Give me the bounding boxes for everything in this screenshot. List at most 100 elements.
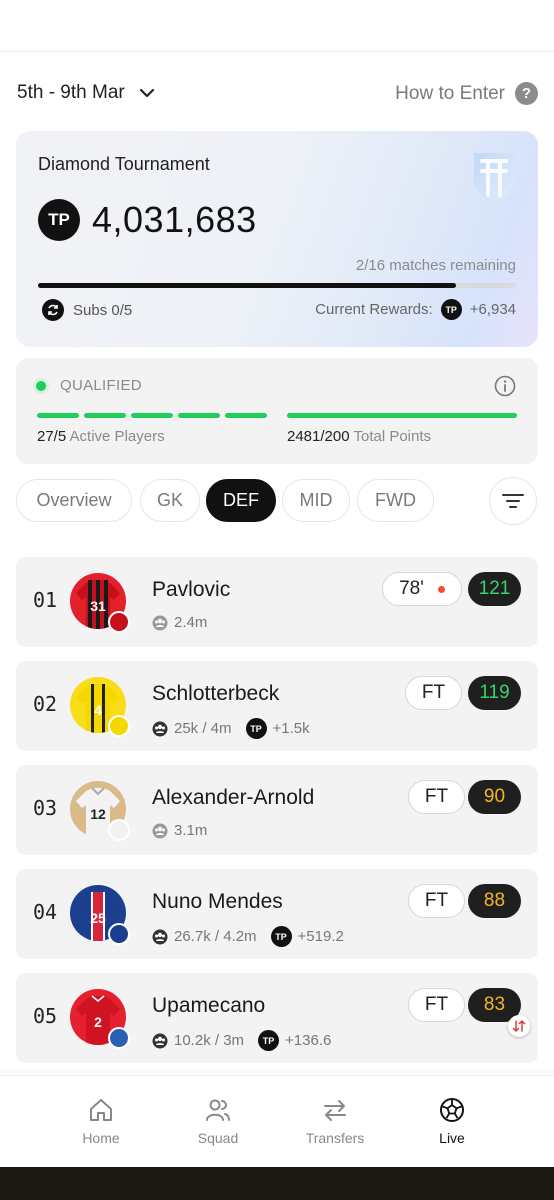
player-row[interactable]: 01 31 Pavlovic 2.4m 78' 121	[16, 557, 538, 647]
player-meta: 10.2k / 3m TP +136.6	[152, 1030, 331, 1051]
club-badge-icon	[108, 819, 130, 841]
matches-progress-fill	[38, 283, 457, 288]
active-players-value: 27/5	[37, 428, 67, 445]
users-icon	[206, 1099, 230, 1121]
match-minute: 78'	[399, 578, 424, 599]
owners-count: 3.1m	[174, 822, 208, 839]
match-status: FT	[408, 884, 465, 918]
player-name: Alexander-Arnold	[152, 786, 315, 809]
substitution-icon	[508, 1015, 530, 1037]
player-score: 119	[468, 676, 521, 710]
tp-coin-icon: TP	[38, 199, 80, 241]
club-badge-icon	[108, 611, 130, 633]
tab-fwd[interactable]: FWD	[357, 479, 434, 522]
match-minute: FT	[424, 890, 449, 911]
chevron-down-icon	[139, 88, 154, 98]
match-minute: FT	[424, 994, 449, 1015]
tab-def[interactable]: DEF	[206, 479, 276, 522]
player-name: Upamecano	[152, 994, 266, 1017]
period-selector[interactable]: 5th - 9th Mar	[17, 82, 155, 104]
qualification-status: QUALIFIED	[36, 377, 142, 394]
subs-counter[interactable]: Subs 0/5	[42, 299, 132, 321]
matches-remaining: 2/16 matches remaining	[355, 257, 516, 274]
tp-coin-icon: TP	[258, 1030, 280, 1051]
info-icon[interactable]	[494, 375, 516, 397]
match-minute: FT	[421, 682, 446, 703]
player-name: Schlotterbeck	[152, 682, 280, 705]
player-score: 121	[468, 572, 521, 606]
active-players-stat: 27/5 Active Players	[37, 428, 165, 445]
match-status: FT	[408, 988, 465, 1022]
home-icon	[90, 1099, 112, 1121]
current-rewards: Current Rewards: TP +6,934	[315, 299, 516, 320]
tp-coin-icon: TP	[245, 718, 267, 739]
help-icon: ?	[515, 82, 538, 105]
player-avatar: 25	[70, 885, 130, 945]
nav-home[interactable]: Home	[51, 1096, 151, 1146]
filter-button[interactable]	[489, 477, 537, 525]
total-points-bar	[287, 413, 517, 418]
tp-earned: +1.5k	[272, 720, 310, 737]
how-to-enter-link[interactable]: How to Enter ?	[395, 82, 538, 105]
player-row[interactable]: 03 12 Alexander-Arnold 3.1m FT 90	[16, 765, 538, 855]
owners-icon	[152, 823, 168, 838]
nav-transfers[interactable]: Transfers	[285, 1096, 385, 1146]
shirt-number: 4	[94, 702, 102, 718]
segment	[178, 413, 220, 418]
player-meta: 25k / 4m TP +1.5k	[152, 718, 310, 739]
live-dot-icon	[437, 585, 445, 593]
tab-mid[interactable]: MID	[282, 479, 350, 522]
match-status: FT	[408, 780, 465, 814]
period-row: 5th - 9th Mar How to Enter ?	[0, 72, 554, 116]
player-avatar: 2	[70, 989, 130, 1049]
position-tabs: Overview GK DEF MID FWD	[16, 477, 538, 525]
shirt-number: 12	[90, 806, 106, 822]
nav-squad[interactable]: Squad	[168, 1096, 268, 1146]
active-players-segments	[37, 413, 267, 418]
owners-icon	[152, 1033, 168, 1048]
player-name: Nuno Mendes	[152, 890, 283, 913]
owners-icon	[152, 929, 168, 944]
player-row[interactable]: 02 4 Schlotterbeck 25k / 4m TP +1.5k FT …	[16, 661, 538, 751]
tp-coin-icon: TP	[440, 299, 462, 320]
shirt-number: 2	[94, 1014, 102, 1030]
segment	[37, 413, 79, 418]
qualification-card: QUALIFIED 27/5 Active Players 2481/200 T…	[16, 358, 538, 464]
status-dot-icon	[36, 380, 46, 391]
match-status: 78'	[382, 572, 462, 606]
player-rank: 04	[33, 900, 58, 924]
points-value: 4,031,683	[92, 199, 257, 240]
owners-count: 25k / 4m	[174, 720, 232, 737]
nav-label: Home	[82, 1130, 120, 1146]
player-avatar: 12	[70, 781, 130, 841]
player-rank: 01	[33, 588, 58, 612]
period-label: 5th - 9th Mar	[17, 82, 125, 103]
tab-gk[interactable]: GK	[140, 479, 200, 522]
total-points-stat: 2481/200 Total Points	[287, 428, 431, 445]
filter-icon	[502, 494, 524, 508]
player-score: 88	[468, 884, 521, 918]
player-meta: 3.1m	[152, 822, 207, 839]
player-row[interactable]: 05 2 Upamecano 10.2k / 3m TP +136.6 FT 8…	[16, 973, 538, 1063]
player-score: 90	[468, 780, 521, 814]
rewards-label: Current Rewards:	[315, 301, 433, 318]
owners-count: 10.2k / 3m	[174, 1032, 245, 1049]
tournament-card[interactable]: Diamond Tournament TP 4,031,683 2/16 mat…	[16, 131, 538, 347]
owners-count: 2.4m	[174, 614, 208, 631]
swap-arrows-icon	[324, 1100, 346, 1121]
shirt-number: 25	[90, 910, 106, 926]
owners-count: 26.7k / 4.2m	[174, 928, 257, 945]
segment	[84, 413, 126, 418]
segment	[225, 413, 267, 418]
club-badge-icon	[108, 1027, 130, 1049]
player-row[interactable]: 04 25 Nuno Mendes 26.7k / 4.2m TP +519.2…	[16, 869, 538, 959]
total-points-value: 2481/200	[287, 428, 350, 445]
nav-label: Transfers	[305, 1130, 365, 1146]
player-avatar: 31	[70, 573, 130, 633]
qualification-label: QUALIFIED	[60, 377, 142, 394]
player-rank: 03	[33, 796, 58, 820]
club-badge-icon	[108, 715, 130, 737]
tab-overview[interactable]: Overview	[16, 479, 132, 522]
nav-live[interactable]: Live	[402, 1096, 502, 1146]
active-players-label: Active Players	[69, 428, 165, 445]
